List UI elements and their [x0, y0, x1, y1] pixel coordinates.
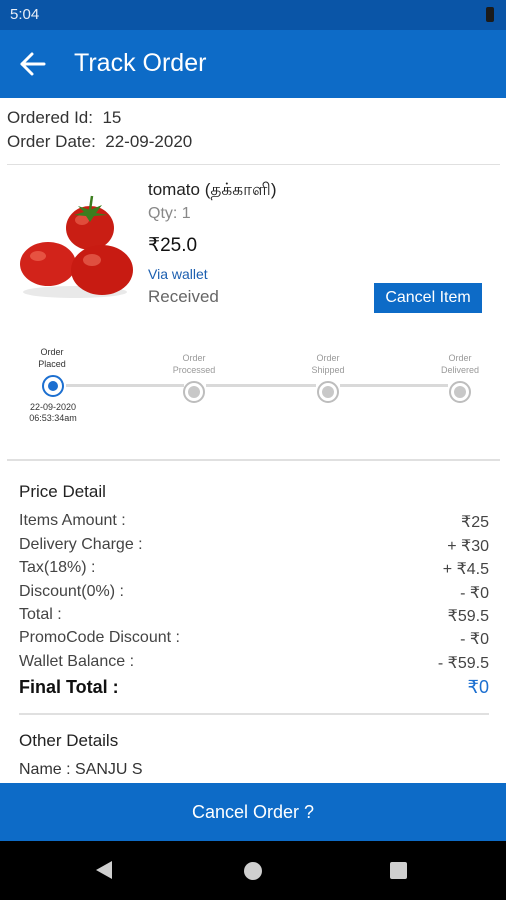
price-row: Discount(0%) : - ₹0: [19, 583, 489, 605]
step-placed-date: 22-09-2020 06:53:34am: [18, 402, 88, 424]
step-label-line: Order: [40, 347, 64, 357]
placed-date: 22-09-2020: [29, 402, 77, 412]
final-total-value: ₹0: [467, 677, 489, 697]
step-processed-indicator: [183, 381, 205, 403]
divider: [7, 164, 500, 165]
price-value: + ₹30: [447, 538, 489, 555]
product-price: ₹25.0: [148, 235, 198, 256]
step-label-delivered: Order Delivered: [425, 352, 495, 376]
cancel-order-button[interactable]: Cancel Order ?: [0, 783, 506, 841]
price-row: Items Amount : ₹25: [19, 512, 489, 534]
order-id-value: 15: [102, 108, 122, 127]
divider: [7, 459, 500, 461]
track-line: [206, 384, 316, 387]
price-value: - ₹59.5: [437, 655, 489, 672]
price-row: PromoCode Discount : - ₹0: [19, 629, 489, 651]
price-row: Delivery Charge : + ₹30: [19, 536, 489, 558]
status-bar: 5:04: [0, 0, 506, 30]
item-status: Received: [148, 287, 219, 306]
order-date-row: Order Date: 22-09-2020: [7, 132, 192, 152]
step-label-line: Shipped: [311, 365, 345, 375]
step-shipped-indicator: [317, 381, 339, 403]
order-date-label: Order Date:: [7, 132, 96, 151]
step-label-line: Placed: [38, 359, 66, 369]
customer-name: Name : SANJU S: [19, 761, 143, 778]
price-label: Discount(0%) :: [19, 583, 124, 600]
track-line: [66, 384, 184, 387]
divider: [19, 713, 489, 715]
order-date-value: 22-09-2020: [105, 132, 193, 151]
price-label: Total :: [19, 606, 62, 623]
price-value: ₹59.5: [447, 608, 489, 625]
battery-icon: [486, 7, 494, 22]
step-label-placed: Order Placed: [17, 346, 87, 370]
price-value: - ₹0: [460, 585, 489, 602]
price-row: Total : ₹59.5: [19, 606, 489, 628]
step-label-line: Order: [182, 353, 206, 363]
step-label-line: Processed: [172, 365, 216, 375]
placed-time: 06:53:34am: [29, 413, 77, 423]
nav-home-icon[interactable]: [244, 862, 262, 880]
order-id-row: Ordered Id: 15: [7, 108, 121, 128]
step-label-line: Delivered: [440, 365, 480, 375]
price-label: Items Amount :: [19, 512, 126, 529]
step-placed-indicator: [42, 375, 64, 397]
price-value: - ₹0: [460, 631, 489, 648]
page-title: Track Order: [74, 49, 207, 77]
price-detail-title: Price Detail: [19, 482, 106, 501]
final-total-row: Final Total : ₹0: [19, 677, 489, 699]
back-arrow-icon[interactable]: [18, 50, 48, 78]
final-total-label: Final Total :: [19, 677, 119, 697]
nav-recents-icon[interactable]: [390, 862, 407, 879]
step-label-line: Order: [448, 353, 472, 363]
price-row: Wallet Balance : - ₹59.5: [19, 653, 489, 675]
step-label-processed: Order Processed: [159, 352, 229, 376]
step-label-line: Order: [316, 353, 340, 363]
price-value: + ₹4.5: [442, 561, 489, 578]
price-label: Wallet Balance :: [19, 653, 135, 670]
step-label-shipped: Order Shipped: [293, 352, 363, 376]
other-details-title: Other Details: [19, 731, 119, 750]
payment-method: Via wallet: [148, 266, 208, 282]
status-time: 5:04: [10, 6, 40, 23]
price-label: Tax(18%) :: [19, 559, 96, 576]
tomato-image: [18, 188, 136, 300]
price-row: Tax(18%) : + ₹4.5: [19, 559, 489, 581]
price-label: Delivery Charge :: [19, 536, 143, 553]
product-quantity: Qty: 1: [148, 205, 191, 222]
step-delivered-indicator: [449, 381, 471, 403]
app-bar: Track Order: [0, 30, 506, 98]
nav-back-icon[interactable]: [96, 861, 112, 879]
order-id-label: Ordered Id:: [7, 108, 93, 127]
price-label: PromoCode Discount :: [19, 629, 180, 646]
price-value: ₹25: [461, 514, 489, 531]
product-name: tomato (தக்காளி): [148, 180, 277, 199]
track-line: [340, 384, 448, 387]
cancel-item-button[interactable]: Cancel Item: [374, 283, 482, 313]
